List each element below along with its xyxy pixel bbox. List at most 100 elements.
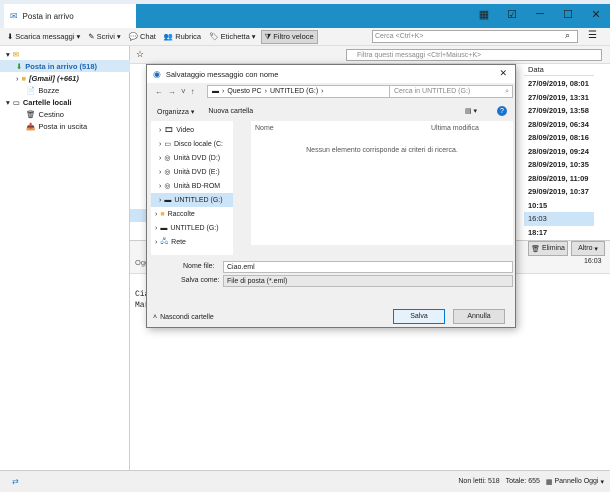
folder-inbox[interactable]: ⬇ Posta in arrivo (518) [0, 60, 130, 72]
message-time: 16:03 [584, 258, 602, 265]
help-icon[interactable]: ? [497, 106, 507, 116]
nav-item-untitled-g[interactable]: › ▬ UNTITLED (G:) [151, 193, 237, 207]
folder-icon: ▭ [12, 97, 20, 107]
table-row[interactable]: 28/09/2019, 10:35 [524, 158, 594, 172]
nav-item-network[interactable]: › 🖧 Rete [151, 235, 237, 249]
expand-icon: ▾ [6, 97, 10, 107]
view-icon[interactable]: ▤ ▾ [465, 107, 477, 115]
chevron-down-icon[interactable]: ˅ [181, 87, 191, 96]
minimize-button[interactable]: ─ [526, 0, 554, 28]
navigation-pane: › 🎞 Video › ▭ Disco locale (C: › ◎ Unità DVD (… [151, 121, 241, 255]
table-row[interactable]: 29/09/2019, 10:37 [524, 185, 594, 199]
table-row[interactable]: 27/09/2019, 13:31 [524, 91, 594, 105]
folder-drafts[interactable]: 📄 Bozze [0, 84, 130, 96]
nav-item-bdrom[interactable]: › ◎ Unità BD-ROM [151, 179, 237, 193]
folder-pane: ▾ ✉ ⬇ Posta in arrivo (518) › ■ [Gmail] (+66… [0, 46, 130, 470]
table-row[interactable]: 28/09/2019, 06:34 [524, 118, 594, 132]
calendar-icon: ▦ [545, 478, 553, 486]
dialog-close-button[interactable]: ✕ [499, 68, 507, 79]
folder-outbox[interactable]: 📤 Posta in uscita [0, 120, 130, 132]
nav-item-video[interactable]: › 🎞 Video [151, 123, 237, 137]
table-row[interactable]: 18:17 [524, 226, 594, 240]
save-button[interactable]: Salva [393, 309, 445, 324]
table-row[interactable]: 16:03 [524, 212, 594, 226]
inbox-icon: ⬇ [16, 61, 23, 71]
chat-button[interactable]: 💬 Chat [126, 31, 159, 42]
dialog-search-input[interactable]: Cerca in UNTITLED (G:) ⌕ [389, 85, 513, 98]
local-folders[interactable]: ▾ ▭ Cartelle locali [0, 96, 130, 108]
connection-icon[interactable]: ⇄ [12, 477, 19, 486]
table-row[interactable]: 28/09/2019, 11:09 [524, 172, 594, 186]
chat-icon: 💬 [128, 32, 139, 41]
delete-button[interactable]: 🗑 Elimina [528, 241, 568, 256]
col-name-header[interactable]: Nome [255, 125, 274, 132]
menu-icon[interactable]: ☰ [588, 30, 597, 41]
table-row[interactable]: 28/09/2019, 09:24 [524, 145, 594, 159]
search-icon: ⌕ [565, 30, 571, 40]
close-button[interactable]: ✕ [582, 0, 610, 28]
nav-scrollbar[interactable] [233, 121, 241, 255]
date-column-header[interactable]: Data [524, 64, 594, 76]
quick-filter-button[interactable]: ⧩ Filtro veloce [260, 29, 318, 44]
tasks-icon[interactable]: ☑ [498, 0, 526, 28]
filename-input[interactable]: Ciao.eml [223, 261, 513, 273]
dvd-icon: ◎ [164, 183, 171, 190]
write-button[interactable]: ✎ Scrivi ▾ [85, 31, 123, 42]
table-row[interactable]: 10:15 [524, 199, 594, 213]
nav-item-untitled-g-2[interactable]: › ▬ UNTITLED (G:) [151, 221, 237, 235]
folder-trash[interactable]: 🗑 Cestino [0, 108, 130, 120]
search-icon: ⌕ [505, 87, 509, 95]
nav-item-dvd-e[interactable]: › ◎ Unità DVD (E:) [151, 165, 237, 179]
pencil-icon: ✎ [88, 32, 95, 41]
cancel-button[interactable]: Annulla [453, 309, 505, 324]
drafts-icon: 📄 [26, 85, 36, 95]
nav-item-disk-c[interactable]: › ▭ Disco locale (C: [151, 137, 237, 151]
filter-input[interactable]: Filtra questi messaggi <Ctrl+Maiusc+K> [346, 49, 602, 61]
drive-icon: ▬ [212, 88, 219, 95]
nav-item-dvd-d[interactable]: › ◎ Unità DVD (D:) [151, 151, 237, 165]
forward-icon[interactable]: → [168, 87, 181, 96]
file-list: Nome Ultima modifica Nessun elemento cor… [251, 121, 513, 255]
calendar-icon[interactable]: ▦ [470, 0, 498, 28]
tab-inbox[interactable]: ✉ Posta in arrivo [4, 4, 136, 28]
back-icon[interactable]: ← [155, 87, 168, 96]
tab-label: Posta in arrivo [22, 11, 74, 21]
video-icon: 🎞 [164, 127, 174, 134]
more-button[interactable]: Altro ▾ [571, 241, 605, 256]
table-row[interactable]: 27/09/2019, 08:01 [524, 77, 594, 91]
dialog-title-bar: ◉ Salvataggio messaggio con nome ✕ [147, 65, 515, 83]
tag-button[interactable]: 🏷 Etichetta ▾ [206, 31, 258, 42]
nav-item-libraries[interactable]: › ■ Raccolte [151, 207, 237, 221]
trash-icon: 🗑 [531, 245, 540, 253]
today-pane-toggle[interactable]: ▦ Pannello Oggi ▾ [546, 478, 604, 486]
download-icon: ⬇ [7, 32, 14, 41]
expand-icon: › [16, 73, 19, 83]
dvd-icon: ◎ [164, 169, 171, 176]
table-row[interactable]: 27/09/2019, 13:58 [524, 104, 594, 118]
saveas-label: Salva come: [181, 277, 220, 284]
address-book-button[interactable]: 👥 Rubrica [161, 31, 204, 42]
saveas-select[interactable]: File di posta (*.eml) [223, 275, 513, 287]
usb-drive-icon: ▬ [164, 196, 172, 204]
table-row[interactable]: 28/09/2019, 08:16 [524, 131, 594, 145]
col-modified-header[interactable]: Ultima modifica [431, 125, 479, 132]
global-search-input[interactable]: Cerca <Ctrl+K> [372, 30, 578, 43]
network-icon: 🖧 [160, 237, 169, 245]
hide-folders-button[interactable]: ˄ Nascondi cartelle [153, 314, 214, 321]
expand-icon: ▾ [6, 49, 10, 59]
horizontal-scrollbar[interactable] [251, 245, 513, 255]
folder-gmail[interactable]: › ■ [Gmail] (+661) [0, 72, 130, 84]
get-messages-button[interactable]: ⬇ Scarica messaggi ▾ [4, 31, 83, 42]
disk-icon: ▭ [164, 141, 171, 148]
organize-button[interactable]: Organizza ▾ [157, 108, 194, 116]
empty-message: Nessun elemento corrisponde ai criteri d… [306, 147, 458, 154]
unread-count: Non letti: 518 [458, 478, 500, 485]
save-as-dialog: ◉ Salvataggio messaggio con nome ✕ ←→˅↑ … [146, 64, 516, 328]
maximize-button[interactable]: ☐ [554, 0, 582, 28]
up-icon[interactable]: ↑ [191, 87, 200, 96]
pin-icon[interactable]: ☆ [136, 49, 144, 60]
new-folder-button[interactable]: Nuova cartella [208, 108, 253, 115]
account-header[interactable]: ▾ ✉ [0, 48, 130, 60]
usb-drive-icon: ▬ [160, 224, 168, 232]
thunderbird-icon: ◉ [153, 68, 161, 79]
